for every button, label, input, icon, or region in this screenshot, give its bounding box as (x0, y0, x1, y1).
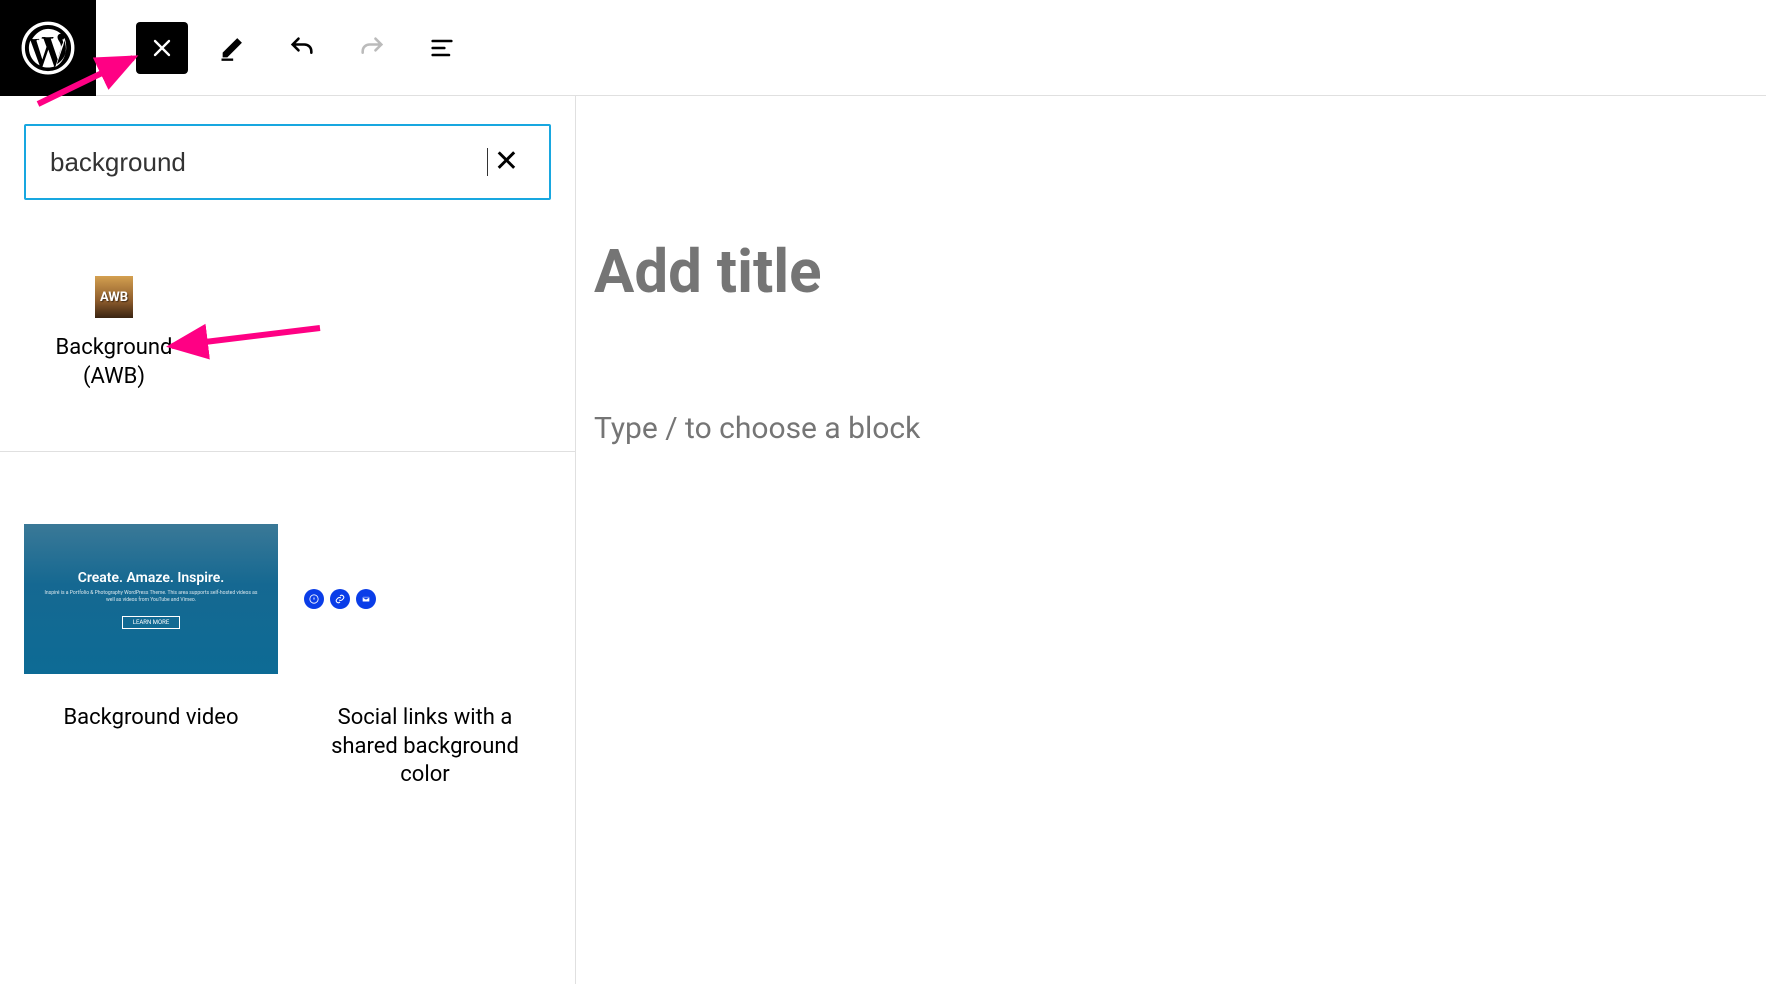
redo-button[interactable] (346, 22, 398, 74)
block-inserter-panel: ✕ AWB Background (AWB) Create. Ama (0, 96, 576, 984)
search-container: ✕ (0, 96, 575, 220)
search-box: ✕ (24, 124, 551, 200)
clear-search-button[interactable]: ✕ (488, 147, 525, 177)
pattern-social-links[interactable]: Social links with a shared background co… (298, 524, 552, 790)
editor-canvas: Add title Type / to choose a block (576, 96, 1766, 984)
annotation-arrow (28, 48, 158, 108)
pattern-label: Social links with a shared background co… (305, 704, 545, 790)
pattern-label: Background video (63, 704, 238, 733)
pattern-preview-thumbnail: Create. Amaze. Inspire. Inspiré is a Por… (24, 524, 278, 674)
link-social-icon (330, 589, 350, 609)
edit-mode-button[interactable] (206, 22, 258, 74)
awb-icon-text: AWB (100, 290, 128, 305)
mail-social-icon (356, 589, 376, 609)
main-layout: ✕ AWB Background (AWB) Create. Ama (0, 96, 1766, 984)
annotation-arrow (160, 322, 330, 362)
post-title-input[interactable]: Add title (594, 236, 1748, 307)
redo-icon (358, 34, 386, 62)
pencil-icon (218, 34, 246, 62)
default-block-appender[interactable]: Type / to choose a block (594, 411, 1748, 446)
list-view-icon (428, 34, 456, 62)
document-overview-button[interactable] (416, 22, 468, 74)
block-search-input[interactable] (50, 147, 487, 178)
awb-block-icon: AWB (95, 276, 133, 318)
block-result-label: Background (AWB) (56, 334, 173, 391)
pattern-results: Create. Amaze. Inspire. Inspiré is a Por… (0, 452, 575, 862)
pattern-preview-thumbnail (298, 524, 552, 674)
editor-header (0, 0, 1766, 96)
undo-icon (288, 34, 316, 62)
pattern-background-video[interactable]: Create. Amaze. Inspire. Inspiré is a Por… (24, 524, 278, 790)
undo-button[interactable] (276, 22, 328, 74)
wordpress-social-icon (304, 589, 324, 609)
